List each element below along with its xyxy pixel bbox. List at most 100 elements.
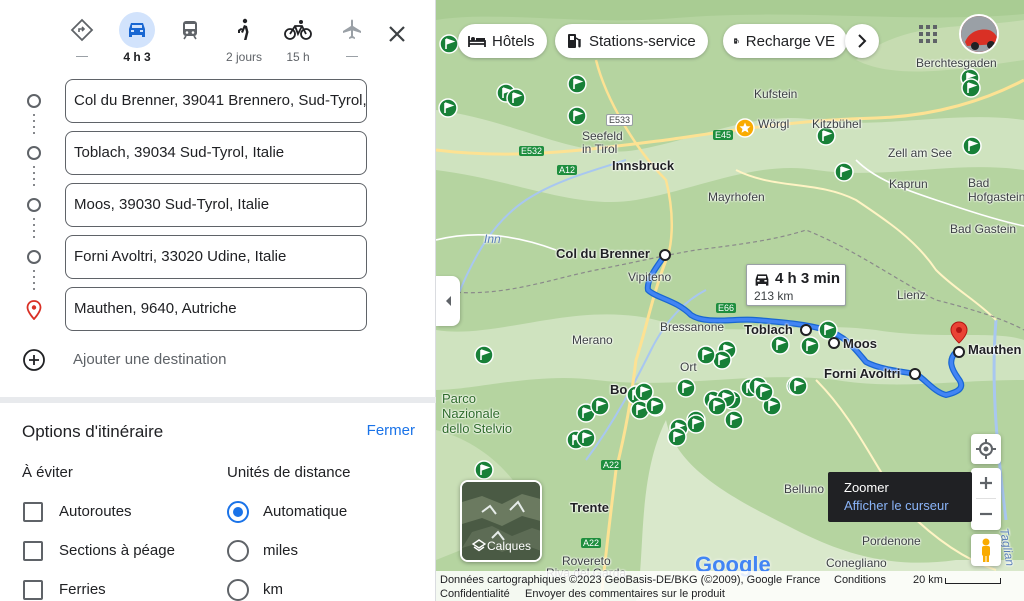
campground-marker-icon[interactable]	[788, 376, 808, 396]
waypoint-input-start[interactable]: Col du Brenner, 39041 Brennero, Sud-Tyro…	[65, 79, 367, 123]
campground-marker-icon[interactable]	[576, 428, 596, 448]
waypoint-row: Forni Avoltri, 33020 Udine, Italie	[0, 235, 436, 279]
campground-marker-icon[interactable]	[696, 345, 716, 365]
campground-marker-icon[interactable]	[667, 427, 687, 447]
scale-label[interactable]: 20 km	[913, 574, 943, 586]
campground-marker-icon[interactable]	[567, 74, 587, 94]
place-zell-am-see: Zell am See	[888, 146, 953, 160]
place-moos: Moos	[843, 336, 877, 351]
campground-marker-icon[interactable]	[438, 98, 458, 118]
scale-bar	[945, 578, 1001, 584]
place-ortisei: Ort	[680, 360, 697, 374]
mode-walk[interactable]: 2 jours	[218, 12, 270, 64]
waypoint-moos-marker[interactable]	[827, 336, 841, 350]
campground-marker-icon[interactable]	[686, 414, 706, 434]
avoid-ferries-checkbox[interactable]: Ferries	[23, 578, 203, 601]
close-directions-button[interactable]	[385, 22, 409, 46]
campground-marker-icon[interactable]	[800, 336, 820, 356]
mode-best[interactable]	[56, 12, 108, 57]
waypoint-circle-icon	[27, 250, 41, 264]
zoom-in-button[interactable]	[971, 468, 1001, 498]
campground-marker-icon[interactable]	[506, 88, 526, 108]
units-automatic-radio[interactable]: Automatique	[227, 500, 407, 524]
units-automatic-label: Automatique	[263, 503, 348, 520]
units-km-radio[interactable]: km	[227, 578, 407, 601]
campground-marker-icon[interactable]	[676, 378, 696, 398]
campground-marker-icon[interactable]	[754, 382, 774, 402]
starred-place-icon[interactable]	[735, 118, 755, 138]
campground-marker-icon[interactable]	[645, 396, 665, 416]
campground-marker-icon[interactable]	[707, 396, 727, 416]
place-merano: Merano	[572, 333, 613, 347]
route-options-close-link[interactable]: Fermer	[367, 422, 415, 439]
layers-button[interactable]: Calques	[460, 480, 542, 562]
chevron-right-icon	[858, 34, 867, 48]
road-label-e45: E45	[713, 130, 734, 140]
my-location-button[interactable]	[971, 434, 1001, 464]
mode-bike[interactable]: 15 h	[272, 12, 324, 64]
campground-marker-icon[interactable]	[724, 410, 744, 430]
place-belluno: Belluno	[784, 482, 825, 496]
checkbox-box	[23, 502, 43, 522]
campground-marker-icon[interactable]	[834, 162, 854, 182]
privacy-link[interactable]: Confidentialité	[440, 588, 510, 600]
mode-flight[interactable]	[326, 12, 378, 57]
units-miles-radio[interactable]: miles	[227, 539, 407, 563]
waypoint-input-destination[interactable]: Mauthen, 9640, Autriche	[65, 287, 367, 331]
ev-charging-icon	[734, 38, 739, 44]
zoom-out-button[interactable]	[971, 499, 1001, 529]
chip-hotels-label: Hôtels	[492, 32, 535, 50]
directions-panel: 4 h 3 2 jours 15 h Col du Brenner, 39041…	[0, 0, 436, 601]
train-icon	[172, 12, 208, 48]
apps-grid-icon[interactable]	[916, 22, 940, 46]
campground-marker-icon[interactable]	[590, 396, 610, 416]
map-canvas[interactable]: E533 E45 E532 A12 E66 A22 A22 Berchtesga…	[436, 0, 1024, 601]
campground-marker-icon[interactable]	[770, 335, 790, 355]
campground-marker-icon[interactable]	[439, 34, 459, 54]
zoom-tooltip: Zoomer Afficher le curseur	[828, 472, 972, 522]
mode-car[interactable]: 4 h 3	[111, 12, 163, 64]
campground-marker-icon[interactable]	[567, 106, 587, 126]
show-slider-link[interactable]: Afficher le curseur	[844, 498, 972, 513]
avoid-ferries-label: Ferries	[59, 581, 106, 598]
campground-marker-icon[interactable]	[474, 345, 494, 365]
campground-marker-icon[interactable]	[961, 78, 981, 98]
chip-ev-charging[interactable]: Recharge VE	[723, 24, 847, 58]
waypoint-forni-marker[interactable]	[908, 367, 922, 381]
destination-pin-marker[interactable]	[949, 321, 969, 359]
road-label-a12: A12	[557, 165, 578, 175]
route-summary-callout[interactable]: 4 h 3 min 213 km	[746, 264, 846, 306]
mode-transit[interactable]	[164, 12, 216, 48]
add-destination-label: Ajouter une destination	[73, 351, 227, 368]
avoid-tolls-checkbox[interactable]: Sections à péage	[23, 539, 203, 563]
waypoint-input-4[interactable]: Forni Avoltri, 33020 Udine, Italie	[65, 235, 367, 279]
waypoint-start-marker[interactable]	[658, 248, 672, 262]
waypoint-toblach-marker[interactable]	[799, 323, 813, 337]
chips-next-button[interactable]	[845, 24, 879, 58]
campground-marker-icon[interactable]	[474, 460, 494, 480]
close-icon	[389, 26, 405, 42]
chip-gas-stations[interactable]: Stations-service	[555, 24, 708, 58]
gas-station-icon	[568, 34, 581, 48]
place-berchtesgaden: Berchtesgaden	[916, 56, 997, 70]
waypoint-row: Mauthen, 9640, Autriche	[0, 287, 436, 331]
account-avatar[interactable]	[959, 14, 999, 54]
destination-pin-icon	[26, 300, 42, 320]
waypoint-input-3[interactable]: Moos, 39030 Sud-Tyrol, Italie	[65, 183, 367, 227]
region-link[interactable]: France	[786, 574, 820, 586]
street-view-pegman-button[interactable]	[971, 534, 1001, 566]
chip-hotels[interactable]: Hôtels	[458, 24, 547, 58]
add-destination-button[interactable]: Ajouter une destination	[22, 346, 382, 374]
route-distance: 213 km	[754, 289, 794, 303]
route-options-title: Options d'itinéraire	[22, 422, 164, 441]
waypoint-input-2[interactable]: Toblach, 39034 Sud-Tyrol, Italie	[65, 131, 367, 175]
collapse-panel-button[interactable]	[436, 276, 460, 326]
feedback-link[interactable]: Envoyer des commentaires sur le produit	[525, 588, 725, 600]
pegman-icon	[982, 538, 990, 562]
campground-marker-icon[interactable]	[962, 136, 982, 156]
terms-link[interactable]: Conditions	[834, 574, 886, 586]
radio-selected	[227, 501, 249, 523]
avoid-highways-checkbox[interactable]: Autoroutes	[23, 500, 203, 524]
place-mauthen: Mauthen	[968, 342, 1022, 357]
units-miles-label: miles	[263, 542, 299, 559]
